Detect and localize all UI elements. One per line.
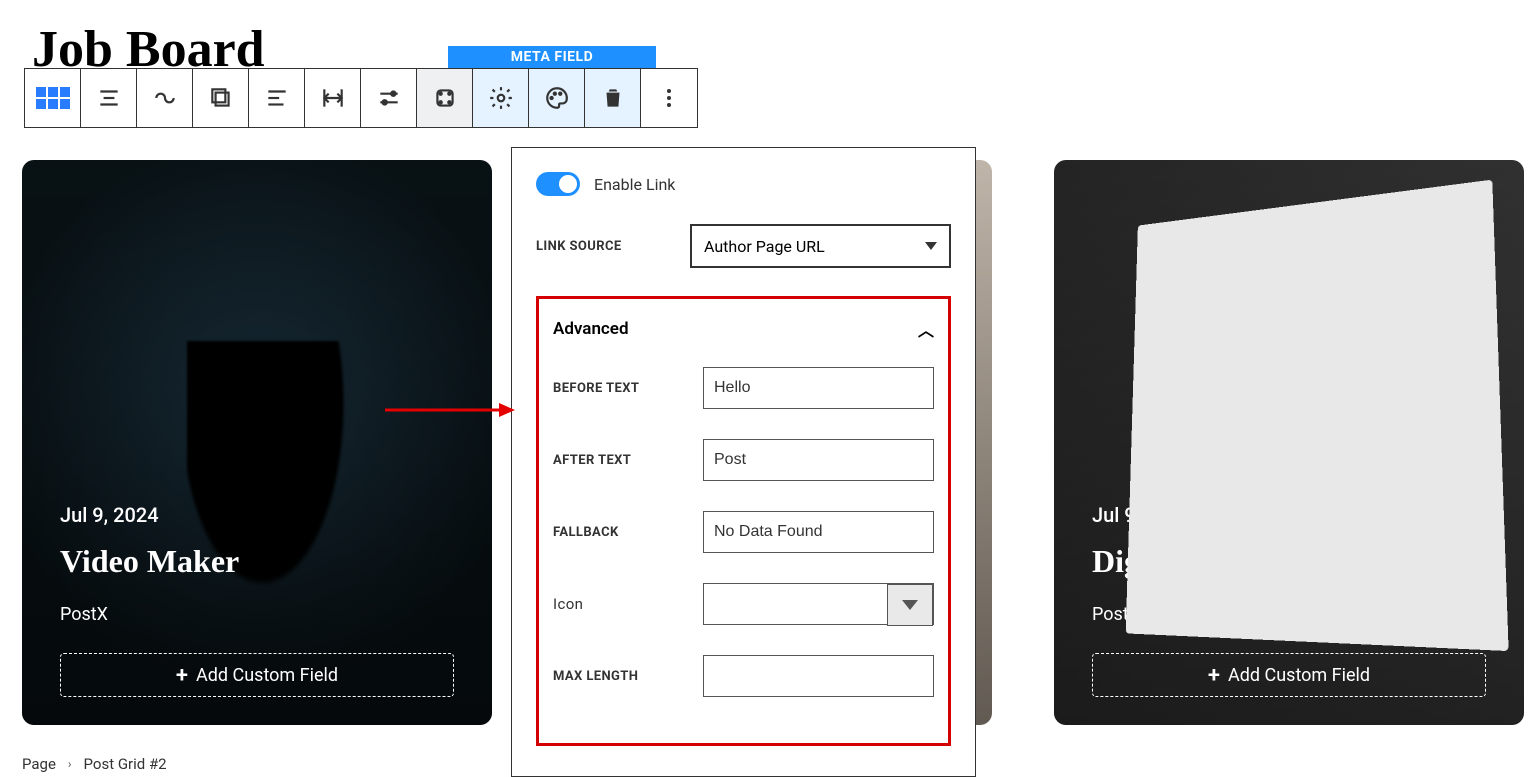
- advanced-settings-section: Advanced ︿ BEFORE TEXT AFTER TEXT FALLBA…: [536, 296, 951, 746]
- add-custom-field-label: Add Custom Field: [196, 665, 338, 686]
- block-toolbar: [24, 68, 698, 128]
- trash-icon[interactable]: [585, 69, 641, 127]
- post-date: Jul 9, 2024: [1092, 503, 1486, 527]
- loop-icon[interactable]: [137, 69, 193, 127]
- after-text-label: AFTER TEXT: [553, 453, 703, 468]
- grid-block-icon[interactable]: [25, 69, 81, 127]
- meta-field-badge: META FIELD: [448, 46, 656, 68]
- before-text-label: BEFORE TEXT: [553, 381, 703, 396]
- gear-icon[interactable]: [473, 69, 529, 127]
- plus-icon: +: [1208, 663, 1220, 688]
- icon-select[interactable]: [887, 584, 933, 626]
- max-length-label: MAX LENGTH: [553, 669, 703, 684]
- chevron-right-icon: ›: [68, 757, 72, 771]
- enable-link-toggle[interactable]: [536, 172, 580, 196]
- border-icon[interactable]: [417, 69, 473, 127]
- add-custom-field-button[interactable]: + Add Custom Field: [1092, 653, 1486, 697]
- link-source-value: Author Page URL: [704, 237, 825, 256]
- chevron-up-icon: ︿: [918, 317, 934, 341]
- palette-icon[interactable]: [529, 69, 585, 127]
- vertical-dots-icon: [667, 89, 671, 107]
- post-card[interactable]: Jul 9, 2024 Video Maker PostX + Add Cust…: [22, 160, 492, 725]
- link-source-label: LINK SOURCE: [536, 239, 676, 254]
- add-custom-field-button[interactable]: + Add Custom Field: [60, 653, 454, 697]
- link-source-select[interactable]: Author Page URL: [690, 224, 951, 268]
- after-text-input[interactable]: [703, 439, 934, 481]
- fallback-label: FALLBACK: [553, 525, 703, 540]
- advanced-toggle[interactable]: Advanced ︿: [553, 317, 934, 341]
- sliders-icon[interactable]: [361, 69, 417, 127]
- before-text-input[interactable]: [703, 367, 934, 409]
- layers-icon[interactable]: [193, 69, 249, 127]
- breadcrumb: Page › Post Grid #2: [22, 755, 167, 773]
- plus-icon: +: [176, 663, 188, 688]
- fallback-input[interactable]: [703, 511, 934, 553]
- align-icon[interactable]: [81, 69, 137, 127]
- meta-field-settings-popover: Enable Link LINK SOURCE Author Page URL …: [511, 147, 976, 777]
- post-meta: PostX: [60, 604, 454, 625]
- breadcrumb-current[interactable]: Post Grid #2: [84, 755, 167, 773]
- max-length-input[interactable]: [703, 655, 934, 697]
- add-custom-field-label: Add Custom Field: [1228, 665, 1370, 686]
- more-icon[interactable]: [641, 69, 697, 127]
- enable-link-label: Enable Link: [594, 175, 675, 194]
- advanced-heading: Advanced: [553, 319, 629, 339]
- post-date: Jul 9, 2024: [60, 503, 454, 527]
- post-card[interactable]: Jul 9, 2024 Digital Marketer PostX + Add…: [1054, 160, 1524, 725]
- grid-icon: [36, 87, 70, 109]
- post-title: Video Maker: [60, 543, 454, 580]
- breadcrumb-root[interactable]: Page: [22, 755, 56, 773]
- icon-label: Icon: [553, 595, 703, 613]
- align-left-icon[interactable]: [249, 69, 305, 127]
- post-meta: PostX: [1092, 604, 1486, 625]
- width-icon[interactable]: [305, 69, 361, 127]
- post-title: Digital Marketer: [1092, 543, 1486, 580]
